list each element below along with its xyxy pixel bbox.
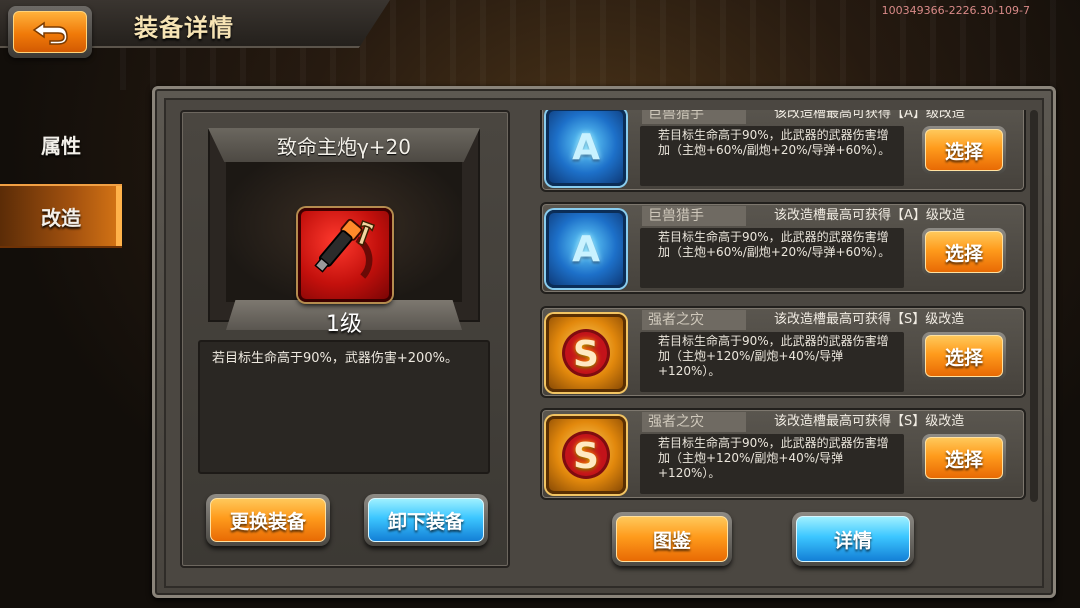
replace-equipment-button[interactable]: 更换装备	[206, 494, 330, 546]
slot-cap: 该改造槽最高可获得【S】级改造	[774, 312, 965, 327]
slot-name: 巨兽猎手	[642, 110, 746, 124]
mod-slot: S 强者之灾 该改造槽最高可获得【S】级改造 若目标生命高于90%，此武器的武器…	[540, 408, 1026, 500]
slot-cap: 该改造槽最高可获得【A】级改造	[774, 110, 965, 121]
slot-description: 若目标生命高于90%，此武器的武器伤害增加（主炮+60%/副炮+20%/导弹+6…	[640, 228, 904, 288]
scrollbar[interactable]	[1030, 110, 1038, 502]
slot-description: 若目标生命高于90%，此武器的武器伤害增加（主炮+120%/副炮+40%/导弹+…	[640, 434, 904, 494]
replace-equipment-label[interactable]: 更换装备	[210, 498, 326, 542]
select-button-label[interactable]: 选择	[925, 335, 1003, 377]
grade-letter: S	[562, 329, 610, 377]
unequip-label[interactable]: 卸下装备	[368, 498, 484, 542]
grade-letter: A	[572, 228, 600, 270]
item-level: 1级	[326, 312, 362, 337]
back-button[interactable]	[8, 6, 92, 58]
item-description: 若目标生命高于90%，武器伤害+200%。	[198, 340, 490, 474]
detail-button[interactable]: 详情	[792, 512, 914, 566]
codex-button[interactable]: 图鉴	[612, 512, 732, 566]
tab-attributes[interactable]: 属性	[0, 112, 122, 176]
slot-name: 巨兽猎手	[642, 206, 746, 226]
cannon-wrench-icon[interactable]	[298, 208, 392, 302]
codex-label[interactable]: 图鉴	[616, 516, 728, 562]
mod-slot-list[interactable]: A 巨兽猎手 该改造槽最高可获得【A】级改造 若目标生命高于90%，此武器的武器…	[530, 110, 1030, 502]
grade-s-icon: S	[546, 314, 626, 392]
select-button-label[interactable]: 选择	[925, 437, 1003, 479]
select-button-label[interactable]: 选择	[925, 231, 1003, 273]
select-button-label[interactable]: 选择	[925, 129, 1003, 171]
select-button[interactable]: 选择	[922, 126, 1006, 174]
select-button[interactable]: 选择	[922, 228, 1006, 276]
select-button[interactable]: 选择	[922, 434, 1006, 482]
select-button[interactable]: 选择	[922, 332, 1006, 380]
detail-label[interactable]: 详情	[796, 516, 910, 562]
grade-a-icon: A	[546, 110, 626, 186]
slot-description: 若目标生命高于90%，此武器的武器伤害增加（主炮+60%/副炮+20%/导弹+6…	[640, 126, 904, 186]
mod-slot: A 巨兽猎手 该改造槽最高可获得【A】级改造 若目标生命高于90%，此武器的武器…	[540, 202, 1026, 294]
slot-description: 若目标生命高于90%，此武器的武器伤害增加（主炮+120%/副炮+40%/导弹+…	[640, 332, 904, 392]
grade-letter: A	[572, 126, 600, 168]
slot-name: 强者之灾	[642, 412, 746, 432]
cannon-icon-graphic	[314, 218, 376, 279]
grade-s-icon: S	[546, 416, 626, 494]
version-label: 100349366-2226.30-109-7	[881, 4, 1030, 17]
mod-slot: A 巨兽猎手 该改造槽最高可获得【A】级改造 若目标生命高于90%，此武器的武器…	[540, 110, 1026, 192]
mod-slot: S 强者之灾 该改造槽最高可获得【S】级改造 若目标生命高于90%，此武器的武器…	[540, 306, 1026, 398]
item-name: 致命主炮γ+20	[208, 128, 480, 162]
grade-a-icon: A	[546, 210, 626, 288]
slot-name: 强者之灾	[642, 310, 746, 330]
tab-modify[interactable]: 改造	[0, 184, 122, 248]
return-arrow-icon	[32, 21, 68, 45]
back-button-face[interactable]	[13, 11, 87, 53]
slot-cap: 该改造槽最高可获得【S】级改造	[774, 414, 965, 429]
grade-letter: S	[562, 431, 610, 479]
page-title: 装备详情	[134, 14, 234, 42]
unequip-button[interactable]: 卸下装备	[364, 494, 488, 546]
slot-cap: 该改造槽最高可获得【A】级改造	[774, 208, 965, 223]
